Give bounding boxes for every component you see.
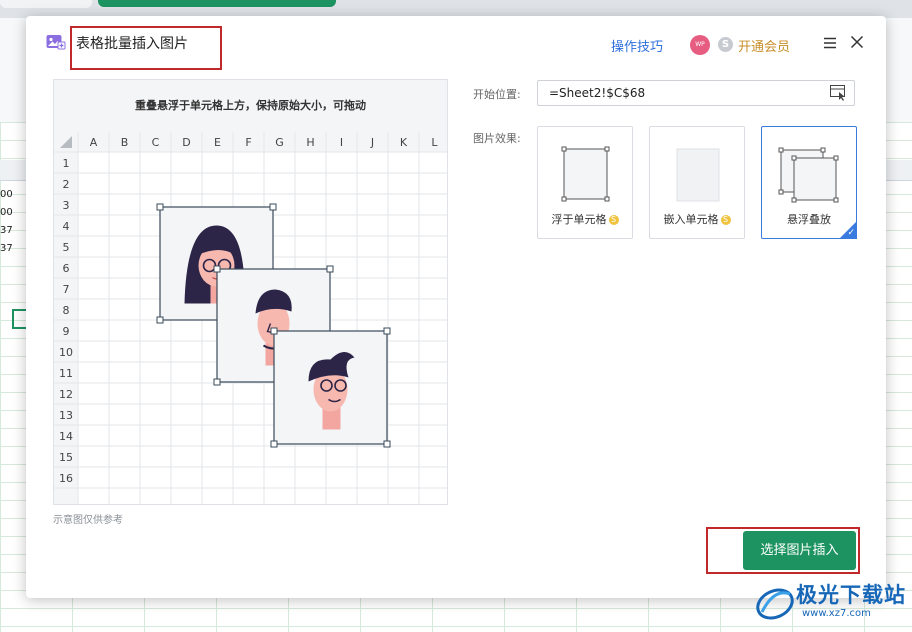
preview-column-label: B — [121, 136, 129, 149]
option-embed-in-cells-label: 嵌入单元格 — [663, 213, 719, 226]
preview-sheet-grid: A B C D E F G H I J K L12345678910111213141516 — [54, 132, 447, 504]
watermark-url: www.xz7.com — [802, 608, 871, 619]
spreadsheet-cell-values: 00 00 37 37 — [0, 186, 14, 258]
preview-column-label: H — [306, 136, 314, 149]
paid-feature-icon: S — [608, 215, 619, 225]
preview-column-label: A — [90, 136, 98, 149]
preview-description: 重叠悬浮于单元格上方，保持原始大小，可拖动 — [54, 80, 447, 132]
preview-row-label: 7 — [63, 283, 70, 296]
preview-row-label: 4 — [63, 220, 70, 233]
preview-row-label: 11 — [59, 367, 73, 380]
preview-row-label: 3 — [63, 199, 70, 212]
insert-button-highlight-box — [706, 527, 860, 574]
watermark-text: 极光下载站 — [796, 582, 906, 607]
close-icon[interactable] — [849, 34, 865, 50]
option-embed-in-cells[interactable]: 嵌入单元格 S — [649, 126, 745, 239]
preview-column-label: I — [340, 136, 343, 149]
option-float-over-cells-label: 浮于单元格 — [551, 213, 607, 226]
cell-value[interactable]: 37 — [0, 222, 14, 240]
start-position-label: 开始位置: — [473, 88, 521, 101]
cell-value[interactable]: 00 — [0, 186, 14, 204]
float-over-cells-icon — [561, 146, 610, 202]
site-watermark: 极光下载站 www.xz7.com — [754, 579, 908, 629]
paid-feature-icon: S — [720, 215, 731, 225]
checkmark-icon: ✓ — [847, 228, 855, 238]
preview-row-label: 9 — [63, 325, 70, 338]
preview-footnote: 示意图仅供参考 — [53, 515, 123, 526]
preview-row-label: 1 — [63, 157, 70, 170]
user-avatar[interactable]: WP — [690, 35, 710, 55]
app-tab-inactive[interactable] — [0, 0, 92, 8]
cell-value[interactable]: 00 — [0, 204, 14, 222]
app-tab-active[interactable] — [98, 0, 336, 7]
option-float-over-cells[interactable]: 浮于单元格 S — [537, 126, 633, 239]
start-position-input[interactable]: =Sheet2!$C$68 — [537, 80, 855, 106]
hamburger-menu-icon[interactable] — [823, 36, 837, 50]
preview-row-label: 10 — [59, 346, 73, 359]
preview-column-label: K — [400, 136, 408, 149]
preview-row-label: 12 — [59, 388, 73, 401]
floating-stack-icon — [778, 147, 839, 203]
preview-row-label: 14 — [59, 430, 73, 443]
preview-column-label: G — [275, 136, 284, 149]
start-position-value[interactable]: =Sheet2!$C$68 — [549, 86, 645, 100]
preview-portrait-man-glasses — [270, 327, 391, 448]
preview-row-label: 5 — [63, 241, 70, 254]
option-floating-stack[interactable]: 悬浮叠放 ✓ — [761, 126, 857, 239]
open-membership-link[interactable]: 开通会员 — [738, 36, 790, 55]
image-effect-label: 图片效果: — [473, 132, 521, 145]
vip-coin-icon: S — [718, 37, 733, 52]
cell-value[interactable]: 37 — [0, 240, 14, 258]
operation-tips-link[interactable]: 操作技巧 — [611, 36, 663, 55]
preview-row-label: 15 — [59, 451, 73, 464]
preview-row-label: 6 — [63, 262, 70, 275]
preview-row-label: 13 — [59, 409, 73, 422]
preview-column-label: C — [152, 136, 160, 149]
preview-column-label: L — [431, 136, 438, 149]
cell-picker-icon[interactable] — [830, 85, 847, 101]
embed-in-cells-icon — [676, 148, 720, 202]
title-highlight-box — [70, 26, 222, 70]
batch-insert-images-dialog: 表格批量插入图片 操作技巧 WP S 开通会员 重叠悬浮于单元格上方，保持原始大… — [26, 16, 886, 598]
preview-column-label: F — [245, 136, 251, 149]
preview-row-label: 2 — [63, 178, 70, 191]
preview-column-label: J — [370, 136, 374, 149]
preview-column-label: D — [182, 136, 190, 149]
preview-row-label: 8 — [63, 304, 70, 317]
aurora-logo-icon — [756, 588, 794, 620]
preview-column-label: E — [214, 136, 221, 149]
preview-illustration: 重叠悬浮于单元格上方，保持原始大小，可拖动 ABCDEFGHIJKL123456… — [53, 79, 448, 505]
insert-picture-icon — [46, 35, 66, 50]
preview-row-label: 16 — [59, 472, 73, 485]
